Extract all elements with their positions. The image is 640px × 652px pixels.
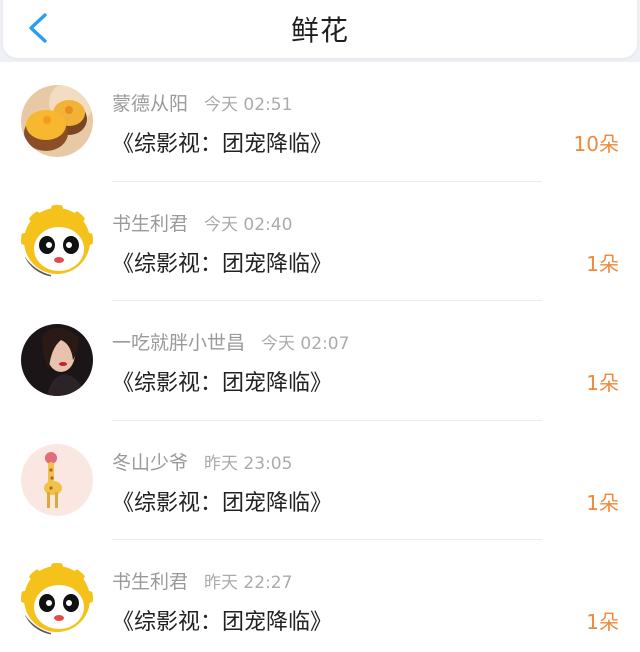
timestamp: 今天 02:40: [204, 214, 293, 235]
list-item[interactable]: 蒙德从阳 今天 02:51 《综影视：团宠降临》 10朵: [0, 62, 640, 182]
list-item[interactable]: 一吃就胖小世昌 今天 02:07 《综影视：团宠降临》 1朵: [0, 301, 640, 421]
book-title[interactable]: 《综影视：团宠降临》: [112, 604, 332, 636]
book-title[interactable]: 《综影视：团宠降临》: [112, 485, 332, 517]
user-name[interactable]: 冬山少爷: [112, 452, 188, 474]
user-name[interactable]: 一吃就胖小世昌: [112, 332, 245, 354]
panda-sun-avatar-image: [21, 563, 93, 635]
name-line: 书生利君 昨天 22:27: [112, 567, 292, 594]
page-title: 鲜花: [290, 14, 349, 47]
name-line: 蒙德从阳 今天 02:51: [112, 89, 292, 116]
flower-count: 10朵: [573, 132, 619, 156]
user-name[interactable]: 书生利君: [112, 571, 188, 593]
avatar[interactable]: [21, 85, 93, 157]
user-name[interactable]: 书生利君: [112, 213, 188, 235]
flower-count: 1朵: [586, 610, 619, 634]
flower-list: 蒙德从阳 今天 02:51 《综影视：团宠降临》 10朵 书生利君 今天 02:…: [0, 62, 640, 652]
cake-avatar-image: [21, 85, 93, 157]
list-item[interactable]: 书生利君 昨天 22:27 《综影视：团宠降临》 1朵: [0, 540, 640, 652]
panda-sun-avatar-image: [21, 204, 93, 277]
book-title[interactable]: 《综影视：团宠降临》: [112, 126, 332, 158]
timestamp: 今天 02:07: [261, 334, 350, 354]
name-line: 冬山少爷 昨天 23:05: [112, 448, 292, 475]
user-name[interactable]: 蒙德从阳: [112, 93, 188, 115]
flower-count: 1朵: [586, 490, 619, 515]
flowers-screen: 鲜花 蒙德从阳 今天 02:51 《综影视：团宠降临》 10朵 书生利君 今天 …: [0, 0, 640, 652]
avatar[interactable]: [21, 443, 93, 516]
timestamp: 昨天 23:05: [204, 453, 293, 474]
list-item[interactable]: 书生利君 今天 02:40 《综影视：团宠降临》 1朵: [0, 181, 640, 301]
name-line: 一吃就胖小世昌 今天 02:07: [112, 328, 349, 355]
avatar[interactable]: [21, 563, 93, 635]
name-line: 书生利君 今天 02:40: [112, 209, 292, 236]
portrait-avatar-image: [21, 324, 93, 396]
avatar[interactable]: [21, 324, 93, 396]
timestamp: 昨天 22:27: [204, 573, 293, 593]
timestamp: 今天 02:51: [204, 95, 293, 115]
book-title[interactable]: 《综影视：团宠降临》: [112, 246, 332, 278]
flower-count: 1朵: [586, 251, 619, 276]
avatar[interactable]: [21, 204, 93, 277]
list-item[interactable]: 冬山少爷 昨天 23:05 《综影视：团宠降临》 1朵: [0, 420, 640, 540]
header-bar: 鲜花: [3, 0, 637, 58]
book-title[interactable]: 《综影视：团宠降临》: [112, 365, 332, 397]
giraffe-avatar-image: [21, 443, 93, 516]
flower-count: 1朵: [586, 371, 619, 395]
